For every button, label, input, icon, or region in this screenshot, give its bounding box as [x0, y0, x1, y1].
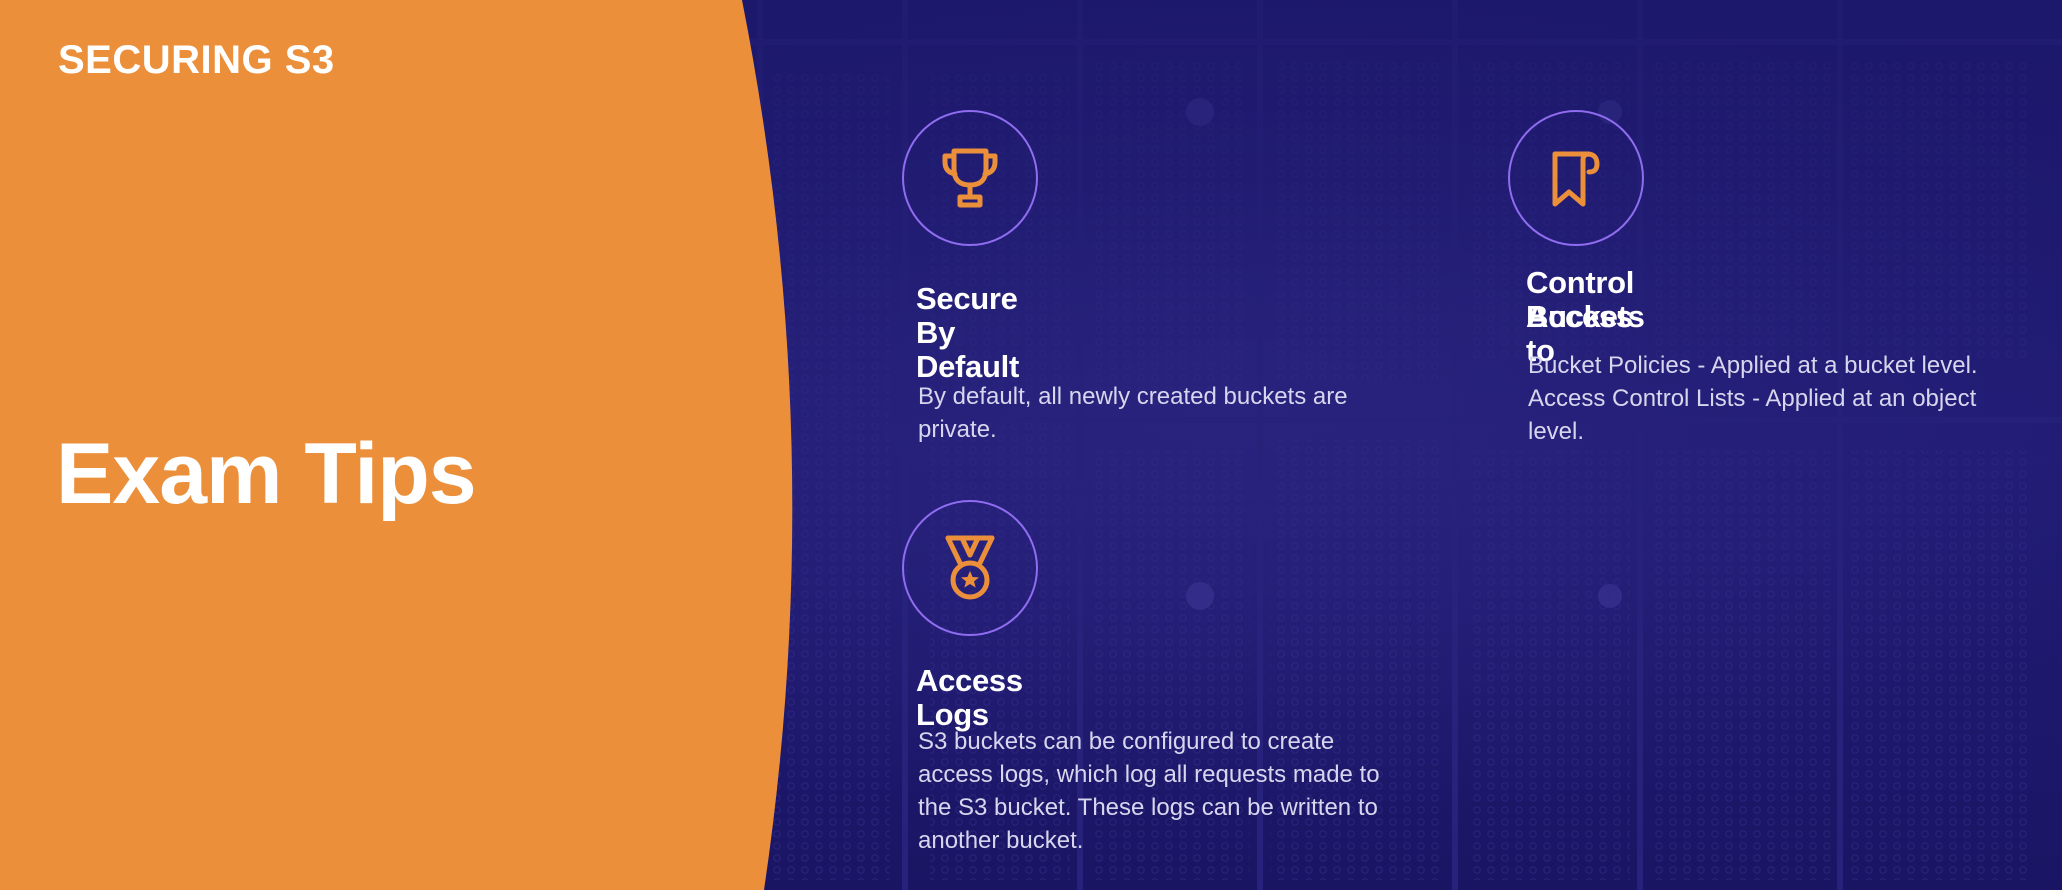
- tip-icon-ring: [902, 500, 1038, 636]
- tip-body-line-2: Access Control Lists - Applied at an obj…: [1528, 385, 1977, 445]
- bookmark-scroll-icon: [1552, 151, 1600, 207]
- trophy-icon: [942, 148, 998, 208]
- tip-body: By default, all newly created buckets ar…: [918, 383, 1348, 443]
- tip-heading-line-2: Buckets: [1526, 299, 1645, 334]
- tip-icon-ring: [902, 110, 1038, 246]
- tip-heading: Secure By Default: [916, 281, 1019, 384]
- slide-title: Exam Tips: [56, 426, 477, 522]
- tip-body: S3 buckets can be configured to create a…: [918, 728, 1380, 854]
- tip-body-line-1: Bucket Policies - Applied at a bucket le…: [1528, 352, 1978, 379]
- tip-icon-ring: [1508, 110, 1644, 246]
- slide: SECURING S3 Exam Tips Secure By Default …: [0, 0, 2062, 890]
- medal-icon: [945, 535, 995, 600]
- course-section-label: SECURING S3: [58, 38, 335, 82]
- tip-heading: Access Logs: [916, 663, 1023, 732]
